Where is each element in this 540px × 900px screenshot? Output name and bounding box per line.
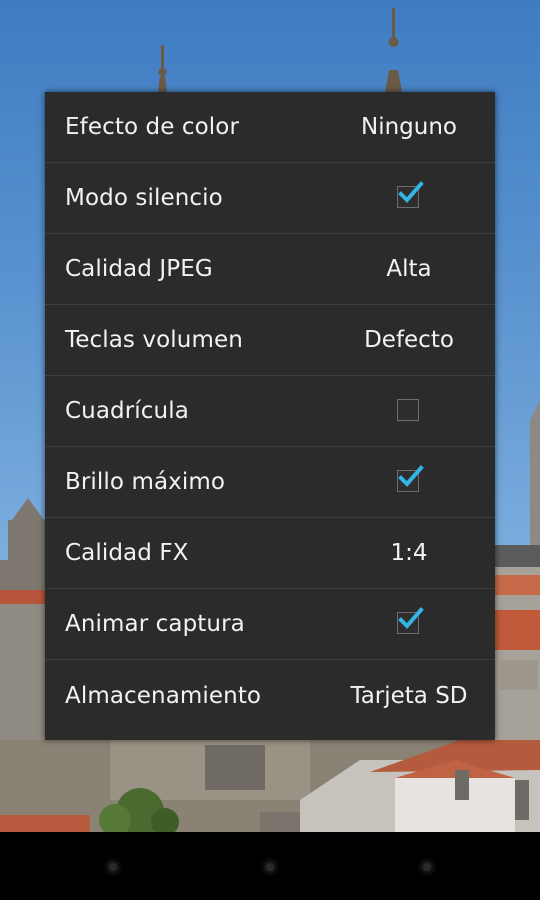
setting-row-animate-capture[interactable]: Animar captura	[45, 589, 495, 660]
setting-value: Ninguno	[361, 114, 457, 140]
setting-row-grid[interactable]: Cuadrícula	[45, 376, 495, 447]
setting-label: Almacenamiento	[65, 683, 262, 709]
setting-row-fx-quality[interactable]: Calidad FX 1:4	[45, 518, 495, 589]
setting-label: Cuadrícula	[65, 398, 189, 424]
setting-value: Defecto	[364, 327, 454, 353]
recents-button[interactable]	[423, 863, 431, 871]
setting-value: Tarjeta SD	[350, 683, 468, 709]
animate-capture-checkbox[interactable]	[397, 607, 424, 636]
setting-label: Calidad JPEG	[65, 256, 213, 282]
setting-label: Brillo máximo	[65, 469, 226, 495]
camera-screen: Efecto de color Ninguno Modo silencio Ca…	[0, 0, 540, 900]
setting-row-silent-mode[interactable]: Modo silencio	[45, 163, 495, 234]
checkmark-icon	[398, 465, 424, 487]
setting-label: Modo silencio	[65, 185, 223, 211]
setting-label: Animar captura	[65, 611, 245, 637]
setting-value: Alta	[386, 256, 432, 282]
grid-checkbox[interactable]	[397, 399, 421, 423]
setting-row-storage[interactable]: Almacenamiento Tarjeta SD	[45, 660, 495, 732]
camera-settings-panel: Efecto de color Ninguno Modo silencio Ca…	[45, 92, 495, 740]
home-button[interactable]	[266, 863, 274, 871]
setting-label: Teclas volumen	[65, 327, 243, 353]
max-brightness-checkbox[interactable]	[397, 465, 424, 494]
back-button[interactable]	[109, 863, 117, 871]
checkmark-icon	[398, 181, 424, 203]
setting-row-color-effect[interactable]: Efecto de color Ninguno	[45, 92, 495, 163]
setting-row-volume-keys[interactable]: Teclas volumen Defecto	[45, 305, 495, 376]
setting-value: 1:4	[390, 540, 428, 566]
navigation-bar	[0, 832, 540, 900]
setting-label: Calidad FX	[65, 540, 189, 566]
setting-label: Efecto de color	[65, 114, 240, 140]
setting-row-jpeg-quality[interactable]: Calidad JPEG Alta	[45, 234, 495, 305]
setting-row-max-brightness[interactable]: Brillo máximo	[45, 447, 495, 518]
silent-mode-checkbox[interactable]	[397, 181, 424, 210]
checkmark-icon	[398, 607, 424, 629]
